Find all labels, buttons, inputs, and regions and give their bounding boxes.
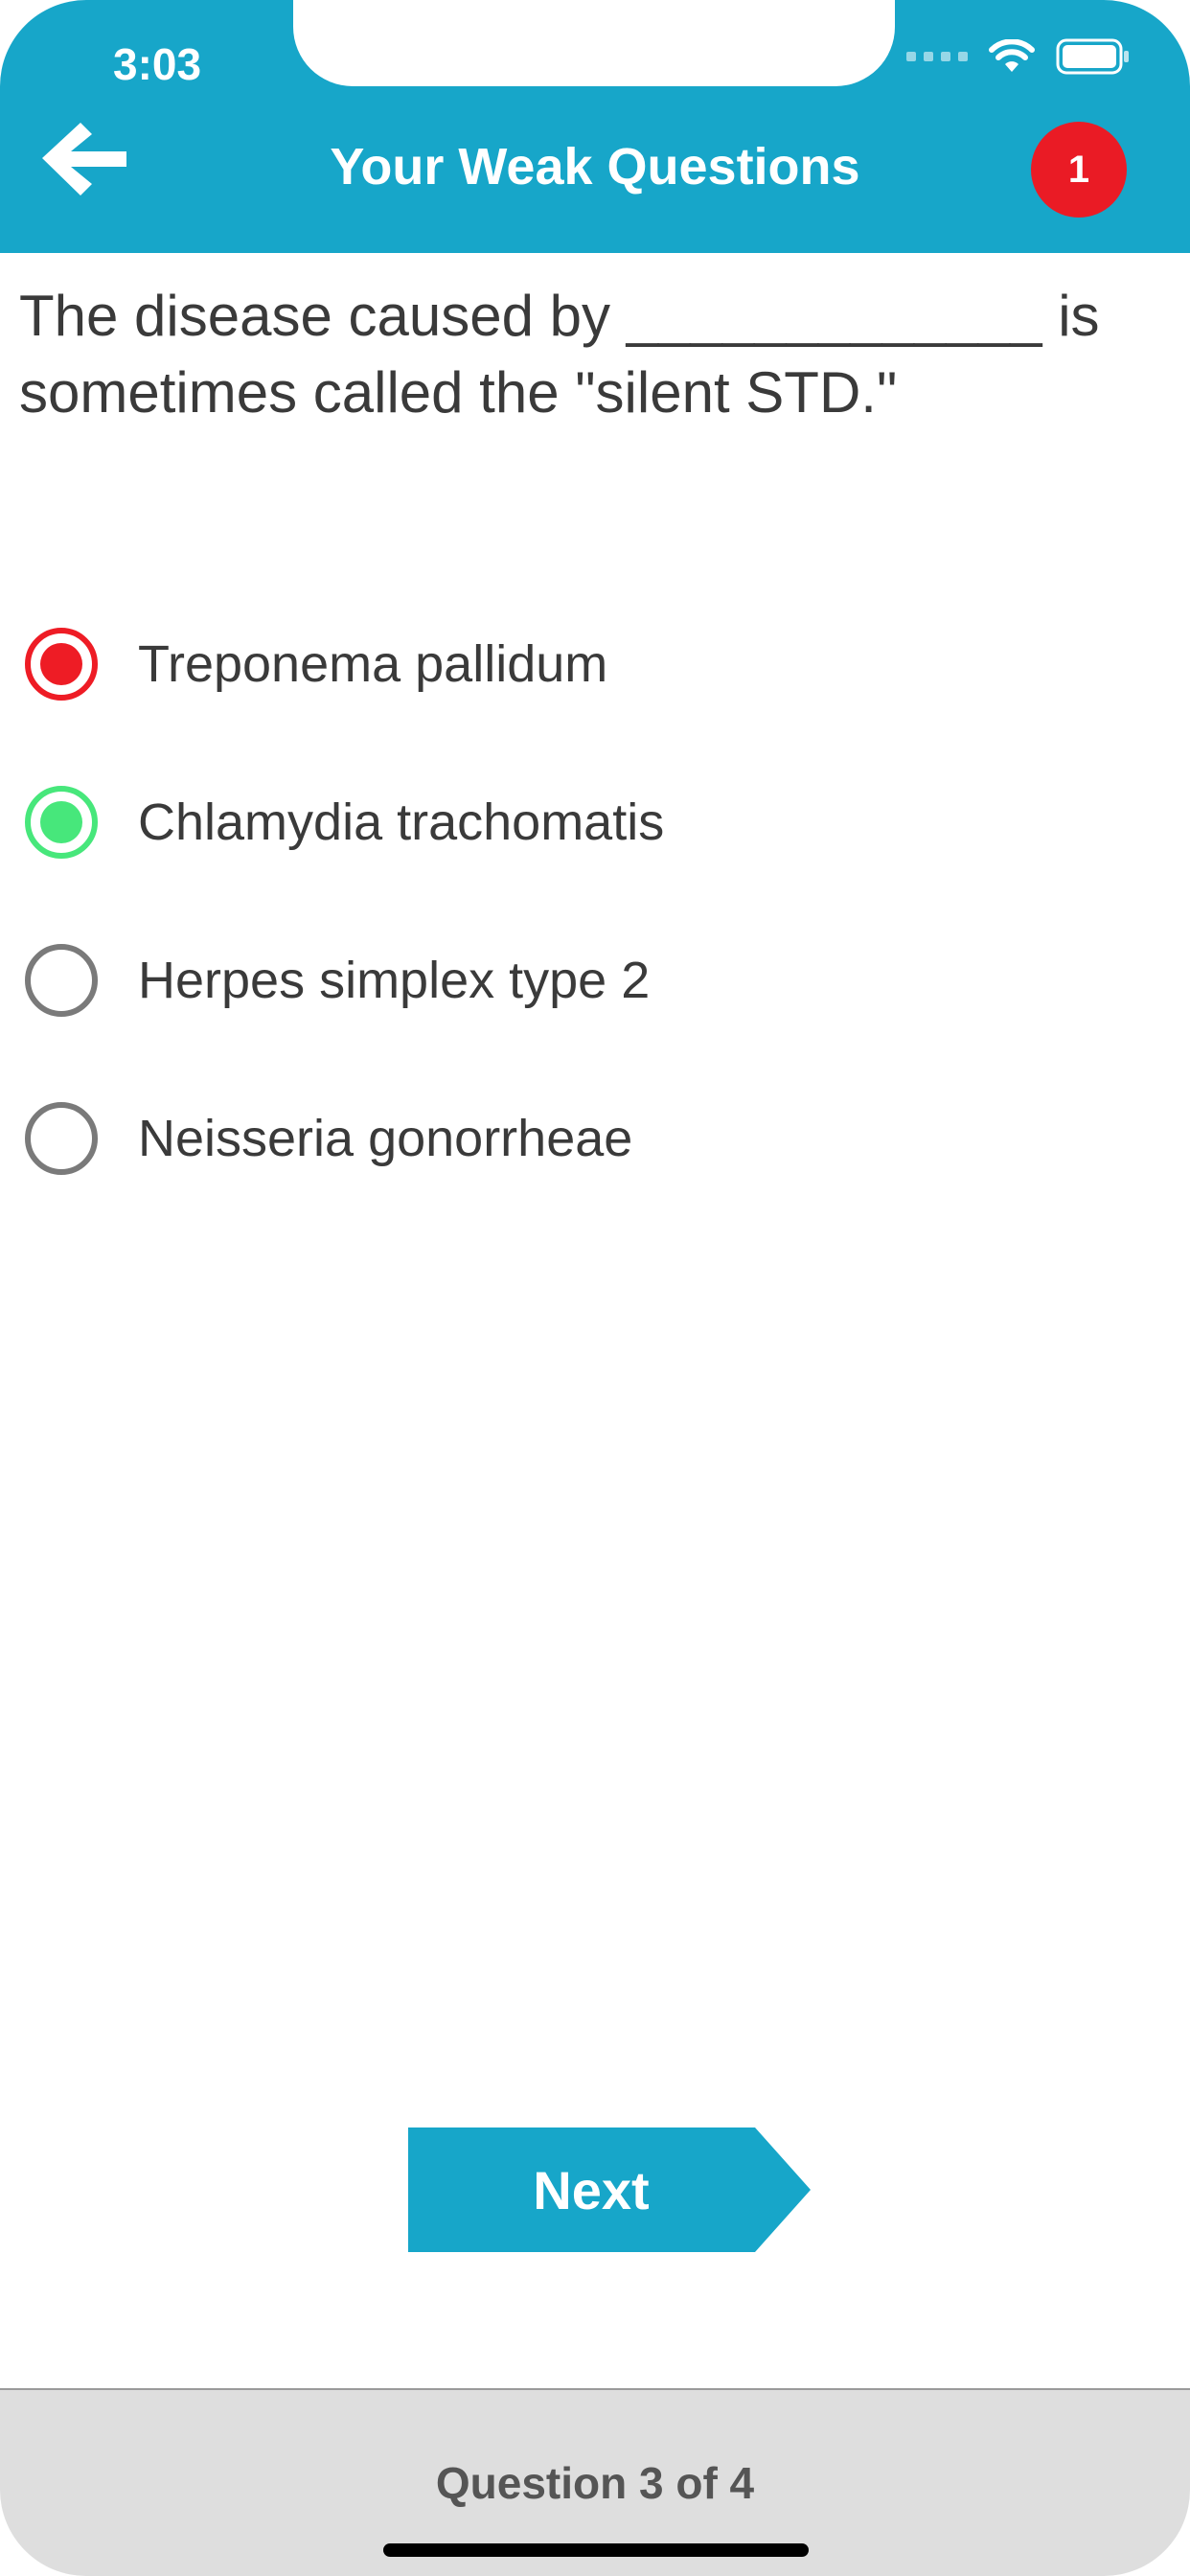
status-time: 3:03	[113, 39, 202, 89]
answer-option-1[interactable]: Treponema pallidum	[0, 585, 1190, 743]
device-notch	[293, 0, 895, 86]
answer-option-label: Neisseria gonorrheae	[138, 1109, 633, 1167]
answer-option-label: Herpes simplex type 2	[138, 951, 651, 1009]
page-title: Your Weak Questions	[330, 138, 860, 196]
answer-option-2[interactable]: Chlamydia trachomatis	[0, 743, 1190, 901]
next-button[interactable]: Next	[408, 2128, 811, 2252]
next-button-label: Next	[533, 2159, 650, 2220]
question-text: The disease caused by _____________ is s…	[19, 284, 1100, 425]
radio-selected-wrong-icon[interactable]	[25, 627, 98, 701]
cellular-signal-icon	[906, 52, 968, 61]
radio-unselected-icon[interactable]	[25, 1101, 98, 1175]
weak-count-badge[interactable]: 1	[1031, 122, 1127, 218]
wifi-icon	[989, 39, 1035, 72]
progress-footer: Question 3 of 4	[0, 2388, 1190, 2576]
radio-unselected-icon[interactable]	[25, 943, 98, 1017]
home-indicator	[383, 2543, 809, 2557]
status-icons	[906, 38, 1131, 75]
answer-option-label: Treponema pallidum	[138, 634, 608, 693]
answer-options: Treponema pallidum Chlamydia trachomatis…	[0, 585, 1190, 1217]
battery-icon	[1056, 38, 1129, 75]
answer-option-label: Chlamydia trachomatis	[138, 793, 665, 851]
radio-correct-icon[interactable]	[25, 785, 98, 859]
question-progress: Question 3 of 4	[435, 2458, 755, 2508]
app-header: 3:03 Your Weak Questions 1	[0, 0, 1190, 253]
answer-option-4[interactable]: Neisseria gonorrheae	[0, 1059, 1190, 1217]
answer-option-3[interactable]: Herpes simplex type 2	[0, 901, 1190, 1059]
